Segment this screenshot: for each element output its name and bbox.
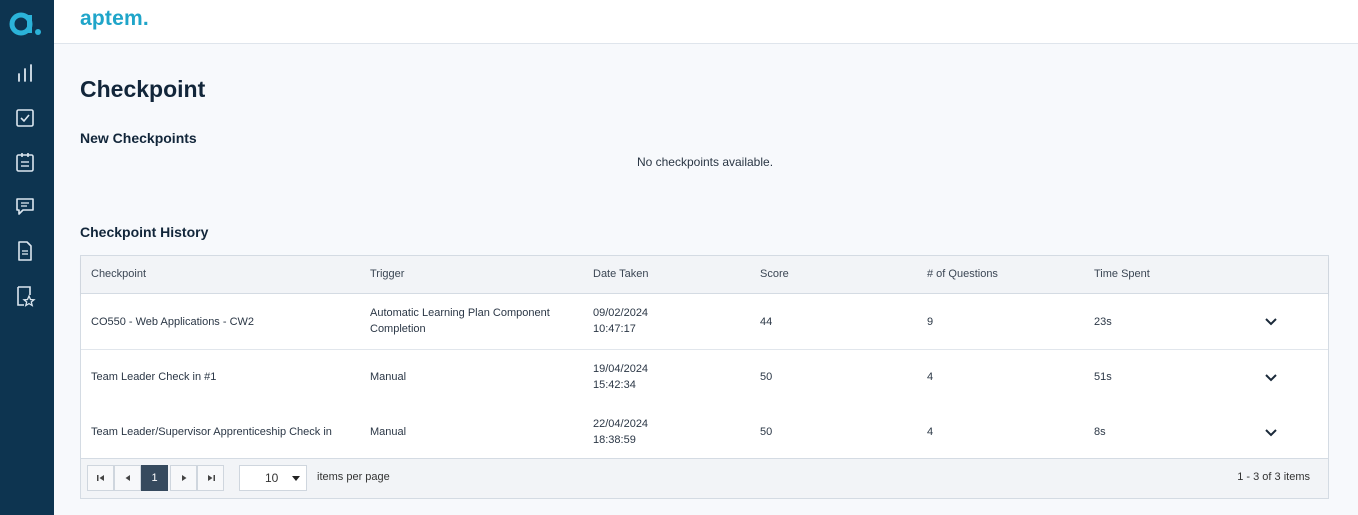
chat-icon[interactable]: [14, 195, 36, 217]
cell-questions: 4: [927, 426, 934, 438]
next-page-icon: [181, 475, 186, 481]
cell-checkpoint: Team Leader Check in #1: [91, 371, 217, 383]
cell-questions: 9: [927, 316, 934, 328]
document-icon[interactable]: [14, 240, 36, 262]
chevron-down-icon[interactable]: [1261, 367, 1281, 387]
previous-page-button[interactable]: [114, 465, 141, 491]
cell-date-taken: 09/02/2024 10:47:17: [593, 305, 713, 337]
aptem-logo-icon[interactable]: [9, 10, 43, 38]
checkpoint-history-table: Checkpoint Trigger Date Taken Score # of…: [80, 255, 1329, 499]
brand-logo[interactable]: aptem.: [80, 7, 149, 31]
cell-time-spent: 23s: [1094, 316, 1112, 328]
chevron-down-icon[interactable]: [1261, 422, 1281, 442]
next-page-button[interactable]: [170, 465, 197, 491]
bookmark-star-icon[interactable]: [14, 285, 36, 307]
cell-time: 18:38:59: [593, 434, 636, 446]
clipboard-icon[interactable]: [14, 151, 36, 173]
checkbox-icon[interactable]: [14, 107, 36, 129]
column-header-questions[interactable]: # of Questions: [927, 268, 998, 280]
first-page-icon: [96, 475, 104, 481]
column-header-checkpoint[interactable]: Checkpoint: [91, 268, 146, 280]
cell-trigger: Automatic Learning Plan Component Comple…: [370, 307, 550, 335]
cell-date-taken: 19/04/2024 15:42:34: [593, 361, 713, 393]
cell-score: 50: [760, 371, 773, 383]
pagination-bar: 1 10 items per page 1 - 3 of 3 items: [81, 458, 1328, 498]
table-row[interactable]: CO550 - Web Applications - CW2 Automatic…: [81, 294, 1328, 350]
previous-page-icon: [125, 475, 130, 481]
top-bar: aptem.: [54, 0, 1358, 44]
cell-time: 15:42:34: [593, 379, 636, 391]
column-header-date-taken[interactable]: Date Taken: [593, 268, 648, 280]
column-header-trigger[interactable]: Trigger: [370, 268, 404, 280]
cell-date: 09/02/2024: [593, 307, 649, 319]
last-page-button[interactable]: [197, 465, 224, 491]
column-header-time-spent[interactable]: Time Spent: [1094, 268, 1150, 280]
cell-trigger: Manual: [370, 426, 407, 438]
sidebar: [0, 0, 54, 515]
cell-time-spent: 8s: [1094, 426, 1106, 438]
bar-chart-icon[interactable]: [14, 62, 36, 84]
caret-down-icon: [292, 476, 300, 481]
page-size-select[interactable]: 10: [239, 465, 307, 491]
table-row[interactable]: Team Leader Check in #1 Manual 19/04/202…: [81, 350, 1328, 406]
column-header-score[interactable]: Score: [760, 268, 789, 280]
items-per-page-label: items per page: [317, 471, 390, 483]
cell-score: 44: [760, 316, 773, 328]
cell-date: 19/04/2024: [593, 363, 649, 375]
table-row[interactable]: Team Leader/Supervisor Apprenticeship Ch…: [81, 405, 1328, 461]
new-checkpoints-heading: New Checkpoints: [80, 130, 197, 146]
cell-score: 50: [760, 426, 773, 438]
page-title: Checkpoint: [80, 76, 206, 102]
empty-state-message: No checkpoints available.: [636, 155, 774, 169]
cell-time-spent: 51s: [1094, 371, 1112, 383]
checkpoint-history-heading: Checkpoint History: [80, 224, 209, 240]
pagination-range-info: 1 - 3 of 3 items: [1237, 471, 1310, 483]
first-page-button[interactable]: [87, 465, 114, 491]
cell-trigger: Manual: [370, 371, 407, 383]
cell-date-taken: 22/04/2024 18:38:59: [593, 416, 713, 448]
cell-time: 10:47:17: [593, 323, 636, 335]
chevron-down-icon[interactable]: [1261, 311, 1281, 331]
page-size-value: 10: [265, 471, 279, 485]
page-1-button[interactable]: 1: [141, 465, 168, 491]
last-page-icon: [207, 475, 215, 481]
cell-checkpoint: CO550 - Web Applications - CW2: [91, 316, 255, 328]
cell-checkpoint: Team Leader/Supervisor Apprenticeship Ch…: [91, 426, 332, 438]
cell-date: 22/04/2024: [593, 418, 649, 430]
cell-questions: 4: [927, 371, 934, 383]
table-header: Checkpoint Trigger Date Taken Score # of…: [81, 256, 1328, 294]
